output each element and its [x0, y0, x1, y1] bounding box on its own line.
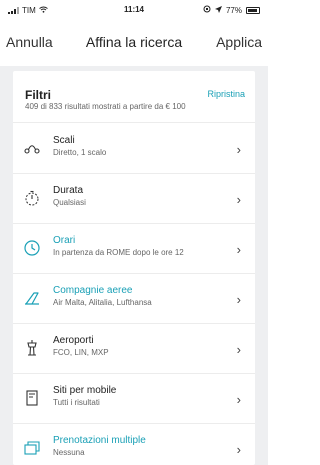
row-subtitle: FCO, LIN, MXP — [53, 348, 109, 357]
row-title: Durata — [53, 185, 84, 196]
row-subtitle: Air Malta, Alitalia, Lufthansa — [53, 298, 152, 307]
filters-title: Filtri — [25, 88, 51, 102]
control-tower-icon — [23, 339, 41, 357]
nav-bar: Annulla Affina la ricerca Applica — [0, 22, 268, 62]
row-subtitle: In partenza da ROME dopo le ore 12 — [53, 248, 184, 257]
chevron-right-icon: › — [236, 392, 241, 407]
plane-tail-icon — [23, 289, 41, 307]
battery-icon — [246, 6, 260, 14]
clock-icon — [23, 239, 41, 257]
row-subtitle: Nessuna — [53, 448, 85, 457]
filter-row-duration[interactable]: Durata Qualsiasi › — [13, 174, 255, 224]
row-title: Orari — [53, 235, 76, 246]
filter-row-airlines[interactable]: Compagnie aeree Air Malta, Alitalia, Luf… — [13, 274, 255, 324]
row-title: Aeroporti — [53, 335, 94, 346]
chevron-right-icon: › — [236, 192, 241, 207]
chevron-right-icon: › — [236, 292, 241, 307]
location-icon — [214, 5, 222, 15]
apply-button[interactable]: Applica — [216, 34, 262, 50]
row-title: Scali — [53, 135, 75, 146]
multi-booking-icon — [23, 439, 41, 457]
filter-row-times[interactable]: Orari In partenza da ROME dopo le ore 12… — [13, 224, 255, 274]
results-summary: 409 di 833 risultati mostrati a partire … — [25, 102, 186, 111]
filter-row-airports[interactable]: Aeroporti FCO, LIN, MXP › — [13, 324, 255, 374]
chevron-right-icon: › — [236, 442, 241, 457]
rotation-lock-icon — [203, 5, 211, 15]
mobile-site-icon — [23, 389, 41, 407]
row-subtitle: Diretto, 1 scalo — [53, 148, 107, 157]
filters-card: Filtri Ripristina 409 di 833 risultati m… — [13, 71, 255, 465]
route-icon — [23, 139, 41, 157]
chevron-right-icon: › — [236, 142, 241, 157]
row-subtitle: Tutti i risultati — [53, 398, 100, 407]
stopwatch-icon — [23, 189, 41, 207]
reset-button[interactable]: Ripristina — [207, 89, 245, 99]
row-title: Compagnie aeree — [53, 285, 133, 296]
row-title: Prenotazioni multiple — [53, 435, 146, 446]
filter-row-multiple-bookings[interactable]: Prenotazioni multiple Nessuna › — [13, 424, 255, 465]
battery-percent: 77% — [225, 5, 242, 15]
chevron-right-icon: › — [236, 342, 241, 357]
status-bar: TIM 11:14 77% — [0, 0, 268, 22]
filter-row-stops[interactable]: Scali Diretto, 1 scalo › — [13, 124, 255, 174]
row-title: Siti per mobile — [53, 385, 117, 396]
chevron-right-icon: › — [236, 242, 241, 257]
filter-row-mobile-sites[interactable]: Siti per mobile Tutti i risultati › — [13, 374, 255, 424]
status-right: 77% — [203, 5, 260, 15]
filters-header: Filtri Ripristina 409 di 833 risultati m… — [13, 71, 255, 123]
row-subtitle: Qualsiasi — [53, 198, 86, 207]
